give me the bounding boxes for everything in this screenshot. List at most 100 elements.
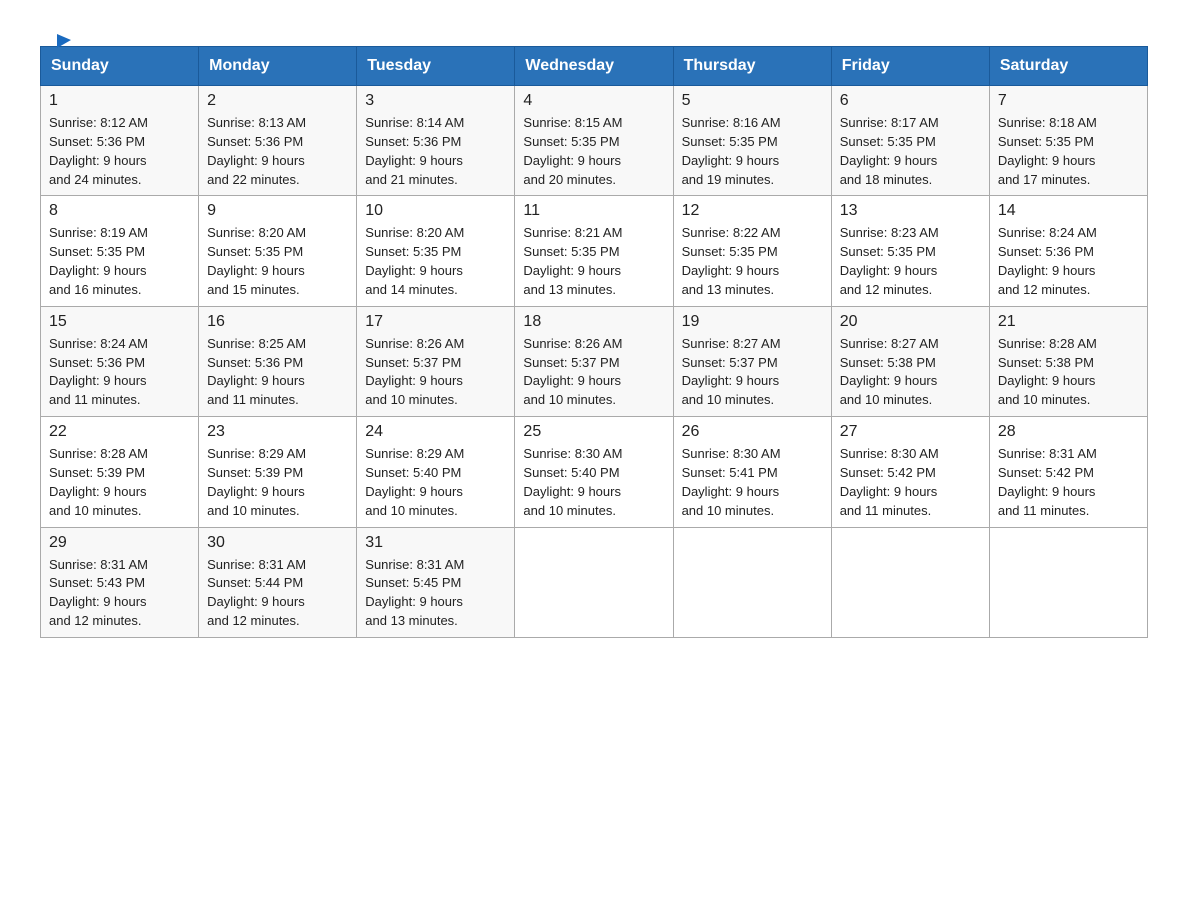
day-info: Sunrise: 8:27 AM Sunset: 5:38 PM Dayligh… — [840, 335, 981, 410]
day-info: Sunrise: 8:30 AM Sunset: 5:42 PM Dayligh… — [840, 445, 981, 520]
day-number: 29 — [49, 534, 190, 552]
day-number: 22 — [49, 423, 190, 441]
day-info: Sunrise: 8:26 AM Sunset: 5:37 PM Dayligh… — [365, 335, 506, 410]
calendar-day-cell — [831, 527, 989, 637]
day-info: Sunrise: 8:17 AM Sunset: 5:35 PM Dayligh… — [840, 114, 981, 189]
calendar-day-cell: 10 Sunrise: 8:20 AM Sunset: 5:35 PM Dayl… — [357, 196, 515, 306]
day-info: Sunrise: 8:31 AM Sunset: 5:42 PM Dayligh… — [998, 445, 1139, 520]
calendar-day-cell: 9 Sunrise: 8:20 AM Sunset: 5:35 PM Dayli… — [199, 196, 357, 306]
calendar-day-cell: 6 Sunrise: 8:17 AM Sunset: 5:35 PM Dayli… — [831, 86, 989, 196]
calendar-day-cell: 1 Sunrise: 8:12 AM Sunset: 5:36 PM Dayli… — [41, 86, 199, 196]
day-info: Sunrise: 8:25 AM Sunset: 5:36 PM Dayligh… — [207, 335, 348, 410]
calendar-day-cell: 25 Sunrise: 8:30 AM Sunset: 5:40 PM Dayl… — [515, 417, 673, 527]
day-number: 16 — [207, 313, 348, 331]
calendar-week-row: 15 Sunrise: 8:24 AM Sunset: 5:36 PM Dayl… — [41, 306, 1148, 416]
day-number: 18 — [523, 313, 664, 331]
day-info: Sunrise: 8:21 AM Sunset: 5:35 PM Dayligh… — [523, 224, 664, 299]
calendar-week-row: 1 Sunrise: 8:12 AM Sunset: 5:36 PM Dayli… — [41, 86, 1148, 196]
day-number: 1 — [49, 92, 190, 110]
day-info: Sunrise: 8:24 AM Sunset: 5:36 PM Dayligh… — [49, 335, 190, 410]
day-number: 8 — [49, 202, 190, 220]
day-info: Sunrise: 8:30 AM Sunset: 5:41 PM Dayligh… — [682, 445, 823, 520]
day-info: Sunrise: 8:31 AM Sunset: 5:43 PM Dayligh… — [49, 556, 190, 631]
day-number: 15 — [49, 313, 190, 331]
day-number: 3 — [365, 92, 506, 110]
day-info: Sunrise: 8:22 AM Sunset: 5:35 PM Dayligh… — [682, 224, 823, 299]
calendar-day-cell: 26 Sunrise: 8:30 AM Sunset: 5:41 PM Dayl… — [673, 417, 831, 527]
day-info: Sunrise: 8:30 AM Sunset: 5:40 PM Dayligh… — [523, 445, 664, 520]
calendar-week-row: 22 Sunrise: 8:28 AM Sunset: 5:39 PM Dayl… — [41, 417, 1148, 527]
calendar-table: SundayMondayTuesdayWednesdayThursdayFrid… — [40, 46, 1148, 638]
calendar-day-cell: 30 Sunrise: 8:31 AM Sunset: 5:44 PM Dayl… — [199, 527, 357, 637]
calendar-day-cell: 18 Sunrise: 8:26 AM Sunset: 5:37 PM Dayl… — [515, 306, 673, 416]
calendar-day-cell: 27 Sunrise: 8:30 AM Sunset: 5:42 PM Dayl… — [831, 417, 989, 527]
day-info: Sunrise: 8:12 AM Sunset: 5:36 PM Dayligh… — [49, 114, 190, 189]
calendar-day-cell: 13 Sunrise: 8:23 AM Sunset: 5:35 PM Dayl… — [831, 196, 989, 306]
page-header — [40, 30, 1148, 34]
weekday-header-wednesday: Wednesday — [515, 47, 673, 86]
day-info: Sunrise: 8:20 AM Sunset: 5:35 PM Dayligh… — [365, 224, 506, 299]
calendar-day-cell: 12 Sunrise: 8:22 AM Sunset: 5:35 PM Dayl… — [673, 196, 831, 306]
day-info: Sunrise: 8:16 AM Sunset: 5:35 PM Dayligh… — [682, 114, 823, 189]
day-info: Sunrise: 8:20 AM Sunset: 5:35 PM Dayligh… — [207, 224, 348, 299]
day-number: 26 — [682, 423, 823, 441]
day-info: Sunrise: 8:19 AM Sunset: 5:35 PM Dayligh… — [49, 224, 190, 299]
calendar-day-cell — [989, 527, 1147, 637]
calendar-day-cell: 24 Sunrise: 8:29 AM Sunset: 5:40 PM Dayl… — [357, 417, 515, 527]
day-number: 30 — [207, 534, 348, 552]
calendar-day-cell: 3 Sunrise: 8:14 AM Sunset: 5:36 PM Dayli… — [357, 86, 515, 196]
calendar-day-cell: 16 Sunrise: 8:25 AM Sunset: 5:36 PM Dayl… — [199, 306, 357, 416]
calendar-day-cell: 28 Sunrise: 8:31 AM Sunset: 5:42 PM Dayl… — [989, 417, 1147, 527]
calendar-day-cell: 20 Sunrise: 8:27 AM Sunset: 5:38 PM Dayl… — [831, 306, 989, 416]
day-info: Sunrise: 8:14 AM Sunset: 5:36 PM Dayligh… — [365, 114, 506, 189]
day-info: Sunrise: 8:13 AM Sunset: 5:36 PM Dayligh… — [207, 114, 348, 189]
calendar-week-row: 8 Sunrise: 8:19 AM Sunset: 5:35 PM Dayli… — [41, 196, 1148, 306]
calendar-day-cell: 8 Sunrise: 8:19 AM Sunset: 5:35 PM Dayli… — [41, 196, 199, 306]
day-number: 31 — [365, 534, 506, 552]
calendar-day-cell: 15 Sunrise: 8:24 AM Sunset: 5:36 PM Dayl… — [41, 306, 199, 416]
day-number: 14 — [998, 202, 1139, 220]
day-number: 11 — [523, 202, 664, 220]
weekday-header-friday: Friday — [831, 47, 989, 86]
day-info: Sunrise: 8:28 AM Sunset: 5:39 PM Dayligh… — [49, 445, 190, 520]
weekday-header-thursday: Thursday — [673, 47, 831, 86]
calendar-day-cell: 11 Sunrise: 8:21 AM Sunset: 5:35 PM Dayl… — [515, 196, 673, 306]
calendar-day-cell: 2 Sunrise: 8:13 AM Sunset: 5:36 PM Dayli… — [199, 86, 357, 196]
calendar-week-row: 29 Sunrise: 8:31 AM Sunset: 5:43 PM Dayl… — [41, 527, 1148, 637]
day-info: Sunrise: 8:28 AM Sunset: 5:38 PM Dayligh… — [998, 335, 1139, 410]
weekday-header-row: SundayMondayTuesdayWednesdayThursdayFrid… — [41, 47, 1148, 86]
day-info: Sunrise: 8:29 AM Sunset: 5:39 PM Dayligh… — [207, 445, 348, 520]
day-number: 28 — [998, 423, 1139, 441]
logo-arrow-icon — [53, 30, 73, 50]
calendar-day-cell: 4 Sunrise: 8:15 AM Sunset: 5:35 PM Dayli… — [515, 86, 673, 196]
weekday-header-tuesday: Tuesday — [357, 47, 515, 86]
calendar-day-cell: 21 Sunrise: 8:28 AM Sunset: 5:38 PM Dayl… — [989, 306, 1147, 416]
calendar-day-cell: 14 Sunrise: 8:24 AM Sunset: 5:36 PM Dayl… — [989, 196, 1147, 306]
day-number: 5 — [682, 92, 823, 110]
weekday-header-monday: Monday — [199, 47, 357, 86]
day-info: Sunrise: 8:24 AM Sunset: 5:36 PM Dayligh… — [998, 224, 1139, 299]
day-number: 4 — [523, 92, 664, 110]
day-info: Sunrise: 8:18 AM Sunset: 5:35 PM Dayligh… — [998, 114, 1139, 189]
calendar-day-cell: 7 Sunrise: 8:18 AM Sunset: 5:35 PM Dayli… — [989, 86, 1147, 196]
weekday-header-sunday: Sunday — [41, 47, 199, 86]
day-number: 2 — [207, 92, 348, 110]
calendar-day-cell — [673, 527, 831, 637]
day-number: 7 — [998, 92, 1139, 110]
day-number: 12 — [682, 202, 823, 220]
day-info: Sunrise: 8:15 AM Sunset: 5:35 PM Dayligh… — [523, 114, 664, 189]
day-number: 20 — [840, 313, 981, 331]
calendar-day-cell — [515, 527, 673, 637]
calendar-day-cell: 17 Sunrise: 8:26 AM Sunset: 5:37 PM Dayl… — [357, 306, 515, 416]
calendar-day-cell: 22 Sunrise: 8:28 AM Sunset: 5:39 PM Dayl… — [41, 417, 199, 527]
day-number: 27 — [840, 423, 981, 441]
calendar-day-cell: 29 Sunrise: 8:31 AM Sunset: 5:43 PM Dayl… — [41, 527, 199, 637]
day-number: 6 — [840, 92, 981, 110]
calendar-day-cell: 5 Sunrise: 8:16 AM Sunset: 5:35 PM Dayli… — [673, 86, 831, 196]
calendar-day-cell: 31 Sunrise: 8:31 AM Sunset: 5:45 PM Dayl… — [357, 527, 515, 637]
day-number: 24 — [365, 423, 506, 441]
calendar-day-cell: 23 Sunrise: 8:29 AM Sunset: 5:39 PM Dayl… — [199, 417, 357, 527]
day-info: Sunrise: 8:31 AM Sunset: 5:44 PM Dayligh… — [207, 556, 348, 631]
day-info: Sunrise: 8:23 AM Sunset: 5:35 PM Dayligh… — [840, 224, 981, 299]
day-number: 10 — [365, 202, 506, 220]
